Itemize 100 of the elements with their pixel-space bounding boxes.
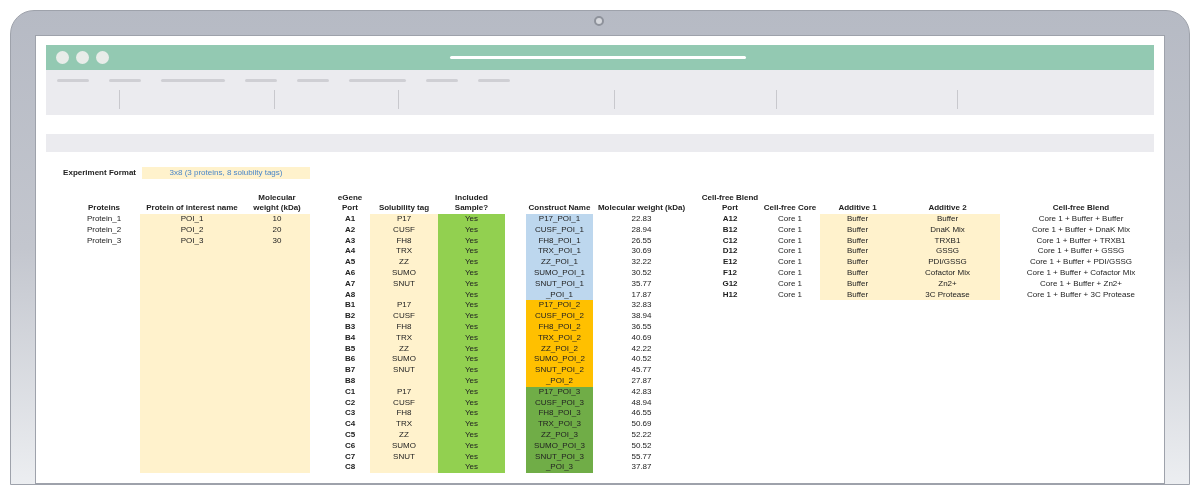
table-cell-text: Core 1 bbox=[777, 257, 803, 268]
table-cell-text: 26.55 bbox=[630, 235, 653, 247]
table-cell-text: SNUT bbox=[392, 451, 416, 463]
column-header: Molecular weight (kDa) bbox=[596, 202, 687, 214]
table-cell-text: FH8 bbox=[395, 408, 413, 420]
table-cell-text: Core 1 bbox=[777, 278, 803, 290]
table-cell-text: 30 bbox=[271, 235, 283, 247]
table-cell-text: FH8 bbox=[395, 321, 413, 333]
table-cell-text: 40.69 bbox=[630, 332, 653, 344]
table-cell-text: Protein_1 bbox=[85, 214, 123, 225]
table-cell-text: B4 bbox=[343, 332, 357, 344]
table-cell-text: Zn2+ bbox=[937, 278, 958, 290]
table-cell-text: Core 1 bbox=[777, 214, 803, 225]
window-control-icon[interactable] bbox=[96, 51, 109, 64]
window-control-icon[interactable] bbox=[76, 51, 89, 64]
table-cell-text: Yes bbox=[463, 300, 480, 312]
table-cell-text: B3 bbox=[343, 321, 357, 333]
table-cell-text: G12 bbox=[721, 278, 739, 290]
table-cell-text: Core 1 + Buffer + TRXB1 bbox=[1035, 235, 1127, 247]
table-cell-text: 36.55 bbox=[630, 321, 653, 333]
table-cell-text: Protein_2 bbox=[85, 224, 123, 236]
table-cell: P17_POI_1 bbox=[526, 214, 593, 225]
table-cell-text: 28.94 bbox=[630, 224, 653, 236]
table-cell-text: Yes bbox=[463, 343, 480, 355]
table-cell-text: A4 bbox=[343, 246, 357, 258]
table-cell-text: A3 bbox=[343, 235, 357, 247]
table-cell-text: B6 bbox=[343, 354, 357, 366]
table-cell-text: P17 bbox=[395, 300, 413, 312]
table-cell-text: 45.77 bbox=[630, 365, 653, 376]
table-cell-text: A8 bbox=[343, 289, 357, 301]
table-cell-text: Buffer bbox=[845, 268, 870, 279]
table-cell-text: P17 bbox=[395, 386, 413, 398]
table-cell: SUMO_POI_2 bbox=[526, 354, 593, 366]
table-cell-text: 32.83 bbox=[630, 300, 653, 312]
table-cell-text: ZZ bbox=[398, 257, 410, 268]
table-cell-text: Yes bbox=[463, 408, 480, 420]
table-cell: TRX_POI_1 bbox=[526, 246, 593, 258]
table-cell-text: TRX bbox=[395, 246, 413, 258]
column-header: eGene Port bbox=[336, 192, 364, 214]
column-header: Cell-free Core bbox=[762, 202, 818, 214]
table-cell-text: Buffer bbox=[845, 289, 870, 301]
table-cell-text: Core 1 bbox=[777, 235, 803, 247]
table-cell-text: TRXB1 bbox=[933, 235, 962, 247]
table-cell-text: Core 1 bbox=[777, 224, 803, 236]
table-cell-text: 32.22 bbox=[630, 257, 653, 268]
table-cell-text: Yes bbox=[463, 214, 480, 225]
table-cell-text: C12 bbox=[721, 235, 739, 247]
table-cell-text: 48.94 bbox=[630, 397, 653, 409]
table-cell-text: SUMO bbox=[391, 440, 417, 452]
table-cell-text: Buffer bbox=[845, 278, 870, 290]
column-header: Construct Name bbox=[527, 202, 592, 214]
table-cell-text: A6 bbox=[343, 268, 357, 279]
table-cell-text: C7 bbox=[343, 451, 357, 463]
column-header: Solubility tag bbox=[377, 202, 431, 214]
column-header: Proteins bbox=[87, 202, 121, 214]
table-cell-text: C5 bbox=[343, 429, 357, 441]
table-cell-text: Buffer bbox=[845, 246, 870, 258]
table-cell-text: CUSF bbox=[392, 311, 416, 322]
table-cell-text: Yes bbox=[463, 321, 480, 333]
table-cell-text: B8 bbox=[343, 375, 357, 387]
window-control-icon[interactable] bbox=[56, 51, 69, 64]
table-cell-text: B2 bbox=[343, 311, 357, 322]
table-cell-text: Yes bbox=[463, 224, 480, 236]
table-cell-text: 10 bbox=[271, 214, 283, 225]
table-cell-text: Core 1 + Buffer + GSSG bbox=[1036, 246, 1126, 258]
table-cell: TRX_POI_3 bbox=[526, 419, 593, 430]
table-cell-text: A1 bbox=[343, 214, 357, 225]
table-cell-text: DnaK Mix bbox=[929, 224, 966, 236]
format-value: 3x8 (3 proteins, 8 solubilty tags) bbox=[142, 167, 310, 179]
table-cell-text: Core 1 + Buffer + Zn2+ bbox=[1039, 278, 1123, 290]
column-header: Additive 2 bbox=[927, 202, 968, 214]
table-cell-text: Yes bbox=[463, 375, 480, 387]
table-cell-text: TRX bbox=[395, 332, 413, 344]
table-cell-text: PDI/GSSG bbox=[927, 257, 968, 268]
table-cell-text: ZZ bbox=[398, 429, 410, 441]
table-cell-text: ZZ bbox=[398, 343, 410, 355]
table-cell: SNUT_POI_3 bbox=[526, 451, 593, 463]
table-cell-text: Core 1 + Buffer + Cofactor Mix bbox=[1025, 268, 1137, 279]
table-cell: ZZ_POI_3 bbox=[526, 429, 593, 441]
column-header: Additive 1 bbox=[837, 202, 878, 214]
table-cell-text: Buffer bbox=[845, 235, 870, 247]
table-cell-text: 52.22 bbox=[630, 429, 653, 441]
format-label: Experiment Format bbox=[62, 167, 137, 179]
table-cell-text: 35.77 bbox=[630, 278, 653, 290]
table-cell: P17_POI_3 bbox=[526, 386, 593, 398]
table-cell-text: Buffer bbox=[845, 214, 870, 225]
table-cell: CUSF_POI_2 bbox=[526, 311, 593, 322]
table-cell-text: Yes bbox=[463, 354, 480, 366]
table-cell-text: Yes bbox=[463, 451, 480, 463]
table-cell-text: Yes bbox=[463, 386, 480, 398]
table-cell-text: Buffer bbox=[845, 224, 870, 236]
table-cell-text: 42.83 bbox=[630, 386, 653, 398]
table-cell-text: GSSG bbox=[934, 246, 961, 258]
table-cell: SUMO_POI_3 bbox=[526, 440, 593, 452]
address-bar[interactable] bbox=[450, 56, 746, 59]
table-cell-text: 55.77 bbox=[630, 451, 653, 463]
table-cell-text: A2 bbox=[343, 224, 357, 236]
column-header: Cell-free Blend bbox=[1051, 202, 1111, 214]
table-cell-text: 20 bbox=[271, 224, 283, 236]
table-cell-text: Core 1 bbox=[777, 246, 803, 258]
